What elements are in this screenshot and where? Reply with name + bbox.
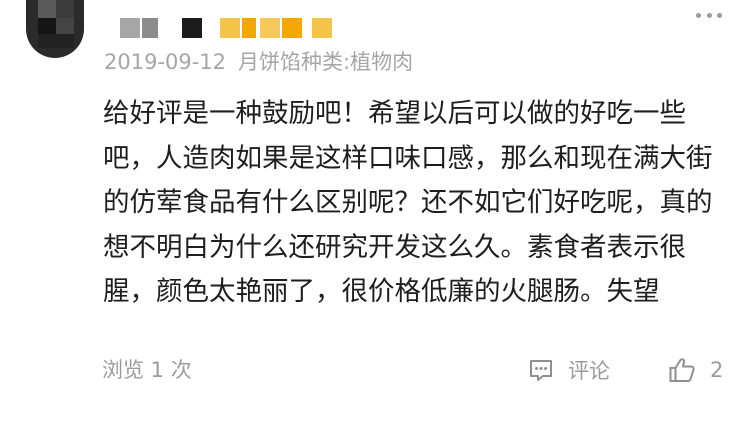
review-content: 给好评是一种鼓励吧！希望以后可以做的好吃一些吧，人造肉如果是这样口味口感，那么和… — [103, 98, 713, 307]
more-dots-icon[interactable] — [696, 6, 722, 24]
view-count: 浏览 1 次 — [102, 358, 192, 382]
more-dot — [717, 12, 722, 18]
comment-bubble-icon — [528, 357, 554, 383]
thumbs-up-icon — [668, 356, 696, 384]
like-button[interactable]: 2 — [668, 354, 723, 386]
flavor-spec: 月饼馅种类:植物肉 — [238, 50, 414, 74]
more-dot — [706, 12, 712, 18]
username-masked[interactable] — [120, 18, 350, 38]
comment-label: 评论 — [568, 359, 610, 383]
more-dot — [696, 12, 701, 18]
like-count: 2 — [710, 358, 724, 382]
review-card: 2019-09-12 月饼馅种类:植物肉 给好评是一种鼓励吧！希望以后可以做的好吃… — [0, 0, 750, 423]
avatar[interactable] — [26, 0, 84, 58]
comment-button[interactable]: 评论 — [528, 354, 610, 386]
review-footer: 浏览 1 次 评论 2 — [0, 350, 750, 390]
review-meta: 2019-09-12 月饼馅种类:植物肉 — [104, 48, 413, 76]
review-date: 2019-09-12 — [104, 50, 227, 74]
